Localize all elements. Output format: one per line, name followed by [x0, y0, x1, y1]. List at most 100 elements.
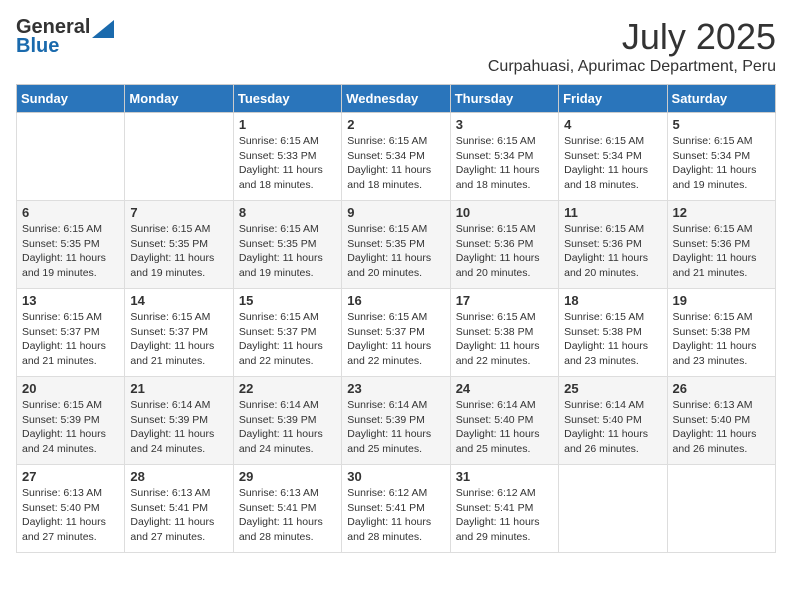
calendar-cell: 29Sunrise: 6:13 AMSunset: 5:41 PMDayligh… — [233, 465, 341, 553]
calendar-cell: 3 Sunrise: 6:15 AMSunset: 5:34 PMDaylight… — [450, 113, 558, 201]
logo-blue-text: Blue — [16, 35, 59, 58]
day-info: Sunrise: 6:15 AMSunset: 5:35 PMDaylight:… — [239, 222, 336, 281]
calendar-week-row: 1Sunrise: 6:15 AMSunset: 5:33 PMDaylight… — [17, 113, 776, 201]
day-number: 16 — [347, 293, 444, 308]
calendar-cell: 7 Sunrise: 6:15 AMSunset: 5:35 PMDaylight… — [125, 201, 233, 289]
calendar-cell: 16 Sunrise: 6:15 AMSunset: 5:37 PMDayligh… — [342, 289, 450, 377]
calendar-cell: 28 Sunrise: 6:13 AMSunset: 5:41 PMDayligh… — [125, 465, 233, 553]
day-info: Sunrise: 6:15 AMSunset: 5:38 PMDaylight:… — [564, 310, 661, 369]
month-title: July 2025 — [488, 16, 776, 58]
day-info: Sunrise: 6:12 AMSunset: 5:41 PMDaylight:… — [347, 486, 444, 545]
day-number: 31 — [456, 469, 553, 484]
day-info: Sunrise: 6:13 AMSunset: 5:41 PMDaylight:… — [130, 486, 227, 545]
day-number: 14 — [130, 293, 227, 308]
day-info: Sunrise: 6:14 AMSunset: 5:39 PMDaylight:… — [130, 398, 227, 457]
day-info: Sunrise: 6:15 AMSunset: 5:39 PMDaylight:… — [22, 398, 119, 457]
day-number: 10 — [456, 205, 553, 220]
day-info: Sunrise: 6:14 AMSunset: 5:40 PMDaylight:… — [564, 398, 661, 457]
calendar-cell: 26Sunrise: 6:13 AMSunset: 5:40 PMDayligh… — [667, 377, 775, 465]
day-number: 30 — [347, 469, 444, 484]
day-of-week-header: Monday — [125, 85, 233, 113]
calendar-cell: 10Sunrise: 6:15 AMSunset: 5:36 PMDayligh… — [450, 201, 558, 289]
day-info: Sunrise: 6:13 AMSunset: 5:41 PMDaylight:… — [239, 486, 336, 545]
calendar-cell: 20Sunrise: 6:15 AMSunset: 5:39 PMDayligh… — [17, 377, 125, 465]
day-number: 25 — [564, 381, 661, 396]
day-info: Sunrise: 6:15 AMSunset: 5:37 PMDaylight:… — [239, 310, 336, 369]
day-number: 7 — [130, 205, 227, 220]
calendar-week-row: 20Sunrise: 6:15 AMSunset: 5:39 PMDayligh… — [17, 377, 776, 465]
calendar-cell — [559, 465, 667, 553]
calendar-cell — [125, 113, 233, 201]
day-number: 2 — [347, 117, 444, 132]
day-info: Sunrise: 6:15 AMSunset: 5:36 PMDaylight:… — [673, 222, 770, 281]
day-number: 15 — [239, 293, 336, 308]
calendar-table: SundayMondayTuesdayWednesdayThursdayFrid… — [16, 84, 776, 553]
calendar-cell: 24Sunrise: 6:14 AMSunset: 5:40 PMDayligh… — [450, 377, 558, 465]
day-number: 28 — [130, 469, 227, 484]
day-info: Sunrise: 6:14 AMSunset: 5:39 PMDaylight:… — [239, 398, 336, 457]
calendar-cell: 21 Sunrise: 6:14 AMSunset: 5:39 PMDayligh… — [125, 377, 233, 465]
day-of-week-header: Tuesday — [233, 85, 341, 113]
day-number: 8 — [239, 205, 336, 220]
day-of-week-header: Sunday — [17, 85, 125, 113]
calendar-cell: 4 Sunrise: 6:15 AMSunset: 5:34 PMDaylight… — [559, 113, 667, 201]
day-number: 13 — [22, 293, 119, 308]
day-info: Sunrise: 6:15 AMSunset: 5:35 PMDaylight:… — [130, 222, 227, 281]
title-block: July 2025 Curpahuasi, Apurimac Departmen… — [488, 16, 776, 76]
calendar-cell: 31 Sunrise: 6:12 AMSunset: 5:41 PMDayligh… — [450, 465, 558, 553]
day-number: 19 — [673, 293, 770, 308]
calendar-cell: 17Sunrise: 6:15 AMSunset: 5:38 PMDayligh… — [450, 289, 558, 377]
day-number: 11 — [564, 205, 661, 220]
calendar-cell: 9 Sunrise: 6:15 AMSunset: 5:35 PMDaylight… — [342, 201, 450, 289]
day-info: Sunrise: 6:15 AMSunset: 5:35 PMDaylight:… — [347, 222, 444, 281]
day-info: Sunrise: 6:15 AMSunset: 5:34 PMDaylight:… — [456, 134, 553, 193]
day-number: 23 — [347, 381, 444, 396]
day-number: 1 — [239, 117, 336, 132]
calendar-cell: 1Sunrise: 6:15 AMSunset: 5:33 PMDaylight… — [233, 113, 341, 201]
calendar-cell: 22 Sunrise: 6:14 AMSunset: 5:39 PMDayligh… — [233, 377, 341, 465]
calendar-cell: 13 Sunrise: 6:15 AMSunset: 5:37 PMDayligh… — [17, 289, 125, 377]
day-info: Sunrise: 6:14 AMSunset: 5:40 PMDaylight:… — [456, 398, 553, 457]
day-number: 22 — [239, 381, 336, 396]
logo-triangle-icon — [92, 20, 114, 38]
calendar-cell: 18Sunrise: 6:15 AMSunset: 5:38 PMDayligh… — [559, 289, 667, 377]
day-of-week-header: Thursday — [450, 85, 558, 113]
calendar-cell — [667, 465, 775, 553]
day-info: Sunrise: 6:15 AMSunset: 5:38 PMDaylight:… — [673, 310, 770, 369]
day-info: Sunrise: 6:13 AMSunset: 5:40 PMDaylight:… — [22, 486, 119, 545]
day-number: 4 — [564, 117, 661, 132]
calendar-cell: 19 Sunrise: 6:15 AMSunset: 5:38 PMDayligh… — [667, 289, 775, 377]
calendar-cell: 15 Sunrise: 6:15 AMSunset: 5:37 PMDayligh… — [233, 289, 341, 377]
day-number: 5 — [673, 117, 770, 132]
day-of-week-header: Friday — [559, 85, 667, 113]
day-number: 27 — [22, 469, 119, 484]
calendar-cell: 27 Sunrise: 6:13 AMSunset: 5:40 PMDayligh… — [17, 465, 125, 553]
day-info: Sunrise: 6:15 AMSunset: 5:34 PMDaylight:… — [347, 134, 444, 193]
calendar-cell: 11 Sunrise: 6:15 AMSunset: 5:36 PMDayligh… — [559, 201, 667, 289]
day-info: Sunrise: 6:15 AMSunset: 5:34 PMDaylight:… — [564, 134, 661, 193]
calendar-cell: 25 Sunrise: 6:14 AMSunset: 5:40 PMDayligh… — [559, 377, 667, 465]
day-number: 3 — [456, 117, 553, 132]
calendar-cell: 6Sunrise: 6:15 AMSunset: 5:35 PMDaylight… — [17, 201, 125, 289]
day-info: Sunrise: 6:15 AMSunset: 5:37 PMDaylight:… — [22, 310, 119, 369]
day-info: Sunrise: 6:15 AMSunset: 5:36 PMDaylight:… — [564, 222, 661, 281]
day-number: 21 — [130, 381, 227, 396]
calendar-cell: 5Sunrise: 6:15 AMSunset: 5:34 PMDaylight… — [667, 113, 775, 201]
logo: General Blue — [16, 16, 114, 58]
day-info: Sunrise: 6:12 AMSunset: 5:41 PMDaylight:… — [456, 486, 553, 545]
day-info: Sunrise: 6:15 AMSunset: 5:35 PMDaylight:… — [22, 222, 119, 281]
calendar-week-row: 6Sunrise: 6:15 AMSunset: 5:35 PMDaylight… — [17, 201, 776, 289]
day-info: Sunrise: 6:15 AMSunset: 5:37 PMDaylight:… — [347, 310, 444, 369]
day-number: 12 — [673, 205, 770, 220]
calendar-cell: 23 Sunrise: 6:14 AMSunset: 5:39 PMDayligh… — [342, 377, 450, 465]
day-of-week-header: Saturday — [667, 85, 775, 113]
day-of-week-header: Wednesday — [342, 85, 450, 113]
day-info: Sunrise: 6:14 AMSunset: 5:39 PMDaylight:… — [347, 398, 444, 457]
calendar-cell: 8 Sunrise: 6:15 AMSunset: 5:35 PMDaylight… — [233, 201, 341, 289]
day-info: Sunrise: 6:15 AMSunset: 5:38 PMDaylight:… — [456, 310, 553, 369]
calendar-cell: 30 Sunrise: 6:12 AMSunset: 5:41 PMDayligh… — [342, 465, 450, 553]
calendar-cell: 14Sunrise: 6:15 AMSunset: 5:37 PMDayligh… — [125, 289, 233, 377]
calendar-cell — [17, 113, 125, 201]
day-number: 9 — [347, 205, 444, 220]
calendar-week-row: 13 Sunrise: 6:15 AMSunset: 5:37 PMDayligh… — [17, 289, 776, 377]
